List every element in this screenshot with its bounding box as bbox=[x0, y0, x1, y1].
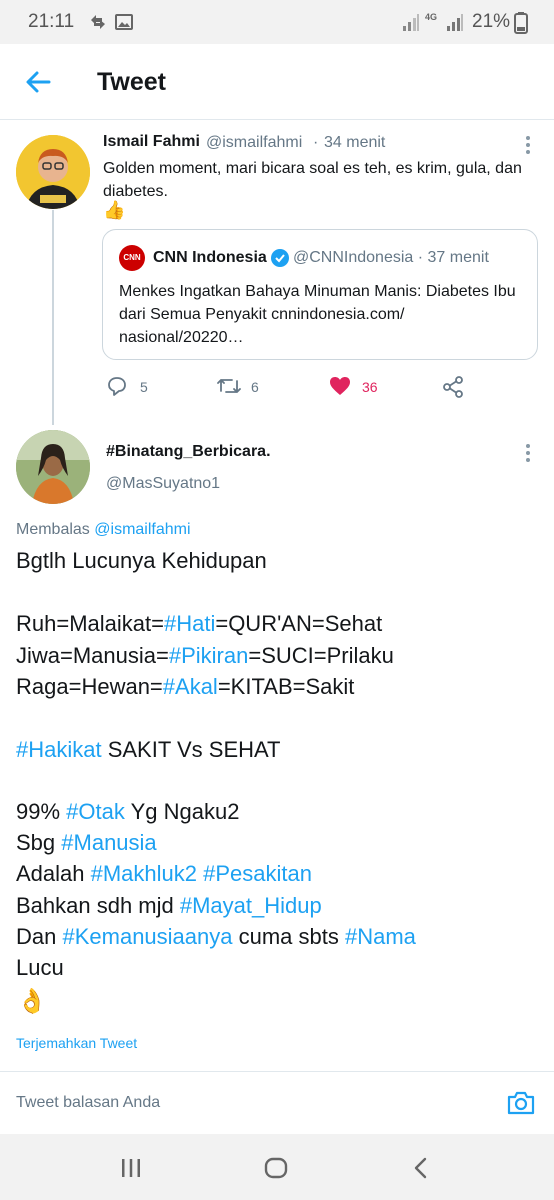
reply-text-segment: Yg Ngaku2 bbox=[124, 799, 240, 824]
reply-text-segment: 99% bbox=[16, 799, 67, 824]
reply-author-handle[interactable]: @MasSuyatno1 bbox=[106, 475, 220, 493]
status-time: 21:11 bbox=[28, 11, 75, 32]
network-type: 4G bbox=[425, 12, 438, 22]
retweet-count: 6 bbox=[251, 379, 259, 395]
reply-line: Sbg #Manusia bbox=[16, 830, 157, 856]
hashtag-link[interactable]: #Pikiran bbox=[169, 643, 248, 668]
verified-badge-icon bbox=[271, 249, 289, 267]
retweet-button[interactable]: 6 bbox=[216, 375, 276, 399]
avatar[interactable] bbox=[16, 135, 90, 209]
cnn-logo: CNN bbox=[119, 245, 145, 271]
image-icon bbox=[114, 12, 134, 38]
reply-text-segment: Bgtlh Lucunya Kehidupan bbox=[16, 548, 267, 573]
reply-text-segment: Adalah bbox=[16, 861, 91, 886]
like-button[interactable]: 36 bbox=[328, 375, 388, 399]
hashtag-link[interactable]: #Manusia bbox=[61, 830, 156, 855]
tweet-more-button[interactable] bbox=[518, 134, 538, 158]
reply-line: Adalah #Makhluk2 #Pesakitan bbox=[16, 861, 312, 887]
reply-author-name[interactable]: #Binatang_Berbicara. bbox=[106, 443, 271, 461]
quoted-tweet-text: Menkes Ingatkan Bahaya Minuman Manis: Di… bbox=[119, 283, 516, 346]
tweet-text: Golden moment, mari bicara soal es teh, … bbox=[103, 160, 522, 200]
share-button[interactable] bbox=[441, 375, 467, 399]
retweet-icon bbox=[217, 379, 241, 393]
avatar[interactable] bbox=[16, 430, 90, 504]
battery-icon bbox=[514, 12, 528, 40]
chevron-left-icon bbox=[414, 1157, 427, 1179]
reply-line: Bgtlh Lucunya Kehidupan bbox=[16, 548, 267, 574]
more-vertical-icon bbox=[526, 444, 530, 462]
reply-text-segment: Lucu bbox=[16, 955, 64, 980]
back-nav-button[interactable] bbox=[408, 1155, 434, 1181]
quoted-author-handle: @CNNIndonesia · 37 menit bbox=[293, 249, 489, 266]
reply-count: 5 bbox=[140, 379, 148, 395]
camera-icon bbox=[507, 1091, 535, 1115]
reply-line: Raga=Hewan=#Akal=KITAB=Sakit bbox=[16, 674, 354, 700]
data-transfer-icon bbox=[88, 12, 108, 38]
recent-apps-button[interactable] bbox=[118, 1155, 144, 1181]
quoted-author-name: CNN Indonesia bbox=[153, 249, 267, 266]
page-title: Tweet bbox=[97, 68, 166, 96]
reply-text-segment: Raga=Hewan= bbox=[16, 674, 163, 699]
hashtag-link[interactable]: #Hakikat bbox=[16, 737, 102, 762]
heart-filled-icon bbox=[330, 377, 350, 395]
tweet-timestamp[interactable]: 34 menit bbox=[324, 134, 385, 152]
reply-line: 99% #Otak Yg Ngaku2 bbox=[16, 799, 239, 825]
hashtag-link[interactable]: #Mayat_Hidup bbox=[180, 893, 322, 918]
quoted-tweet-card[interactable]: CNN CNN Indonesia @CNNIndonesia · 37 men… bbox=[102, 229, 538, 360]
signal-icon-2 bbox=[446, 12, 464, 38]
app-header: Tweet bbox=[0, 44, 554, 120]
reply-text-segment: =QUR'AN=Sehat bbox=[215, 611, 383, 636]
share-icon bbox=[443, 376, 463, 398]
thumbs-up-emoji: 👍 bbox=[103, 200, 126, 220]
reply-text-segment: SAKIT Vs SEHAT bbox=[101, 737, 281, 762]
separator-dot: · bbox=[313, 134, 319, 151]
status-bar: 21:11 4G 21% bbox=[0, 0, 554, 44]
home-icon bbox=[264, 1157, 288, 1179]
more-vertical-icon bbox=[526, 136, 530, 154]
author-name[interactable]: Ismail Fahmi bbox=[103, 133, 200, 151]
reply-line: Lucu bbox=[16, 955, 64, 981]
reply-line: Ruh=Malaikat=#Hati=QUR'AN=Sehat bbox=[16, 611, 382, 637]
reply-button[interactable]: 5 bbox=[106, 375, 166, 399]
reply-line: #Hakikat SAKIT Vs SEHAT bbox=[16, 737, 281, 763]
system-navigation-bar bbox=[0, 1134, 554, 1200]
reply-text-segment: Bahkan sdh mjd bbox=[16, 893, 180, 918]
reply-text-segment: Dan bbox=[16, 924, 63, 949]
reply-text-segment: Jiwa=Manusia= bbox=[16, 643, 169, 668]
reply-line: Jiwa=Manusia=#Pikiran=SUCI=Prilaku bbox=[16, 643, 394, 669]
replying-to-link[interactable]: @ismailfahmi bbox=[94, 521, 190, 538]
reply-more-button[interactable] bbox=[518, 442, 538, 466]
replying-prefix: Membalas bbox=[16, 521, 90, 538]
like-count: 36 bbox=[362, 379, 378, 395]
battery-percentage: 21% bbox=[472, 11, 511, 32]
hashtag-link[interactable]: #Hati bbox=[164, 611, 215, 636]
reply-input-placeholder[interactable]: Tweet balasan Anda bbox=[16, 1094, 160, 1112]
reply-line: Dan #Kemanusiaanya cuma sbts #Nama bbox=[16, 924, 416, 950]
hashtag-link[interactable]: #Otak bbox=[66, 799, 125, 824]
reply-text-segment: =KITAB=Sakit bbox=[217, 674, 355, 699]
translate-tweet-link[interactable]: Terjemahkan Tweet bbox=[16, 1035, 137, 1051]
reply-text-segment: Sbg bbox=[16, 830, 62, 855]
hashtag-link[interactable]: #Akal bbox=[163, 674, 218, 699]
reply-text-segment: cuma sbts bbox=[232, 924, 345, 949]
reply-composer[interactable]: Tweet balasan Anda bbox=[0, 1072, 554, 1134]
hashtag-link[interactable]: #Nama bbox=[345, 924, 416, 949]
reply-line: Bahkan sdh mjd #Mayat_Hidup bbox=[16, 893, 322, 919]
reply-text-segment: =SUCI=Prilaku bbox=[248, 643, 394, 668]
reply-text-segment: Ruh=Malaikat= bbox=[16, 611, 164, 636]
thread-line bbox=[52, 210, 54, 425]
back-button[interactable] bbox=[22, 66, 54, 98]
hashtag-link[interactable]: #Kemanusiaanya bbox=[62, 924, 232, 949]
hashtag-link[interactable]: #Pesakitan bbox=[203, 861, 312, 886]
recent-apps-icon bbox=[122, 1159, 140, 1177]
signal-icon bbox=[402, 12, 420, 38]
hashtag-link[interactable]: #Makhluk2 bbox=[91, 861, 197, 886]
arrow-left-icon bbox=[26, 71, 51, 93]
camera-button[interactable] bbox=[506, 1088, 536, 1118]
home-button[interactable] bbox=[263, 1155, 289, 1181]
author-handle[interactable]: @ismailfahmi bbox=[206, 134, 302, 152]
replying-to: Membalas @ismailfahmi bbox=[16, 521, 191, 539]
comment-icon bbox=[108, 377, 126, 396]
ok-hand-emoji: 👌 bbox=[17, 988, 47, 1015]
